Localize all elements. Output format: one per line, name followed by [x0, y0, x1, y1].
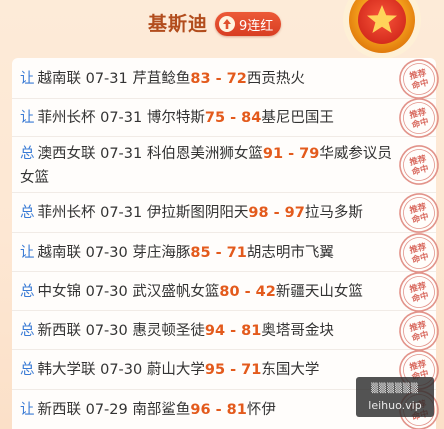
score-separator: - [268, 205, 285, 221]
home-team: 惠灵顿圣徒 [132, 323, 205, 339]
away-score: 97 [284, 205, 305, 221]
score-separator: - [210, 71, 227, 87]
list-item[interactable]: 总新西联 07-30 惠灵顿圣徒94 - 81奥塔哥金块 推荐 命中 [12, 311, 439, 351]
hit-stamp-icon: 推荐命中 [399, 98, 439, 138]
league-name: 中女锦 [37, 284, 82, 300]
match-text: 总菲州长杯 07-31 伊拉斯图阴阳天98 - 97拉马多斯 [20, 201, 406, 225]
streak-badge: 9连红 [215, 12, 282, 36]
away-team: 东国大学 [261, 362, 320, 378]
league-name: 新西联 [37, 402, 82, 418]
home-score: 98 [248, 205, 269, 221]
home-score: 80 [219, 284, 240, 300]
home-team: 蔚山大学 [146, 362, 205, 378]
home-score: 95 [204, 362, 226, 378]
away-team: 西贡热火 [246, 71, 305, 87]
bet-type-tag: 总 [20, 362, 35, 378]
away-score: 71 [226, 245, 247, 261]
match-date: 07-30 [85, 323, 128, 339]
away-team: 怀伊 [246, 402, 276, 418]
match-text: 总中女锦 07-30 武汉盛帆女篮80 - 42新疆天山女篮 [20, 280, 406, 304]
away-score: 72 [226, 71, 247, 87]
score-separator: - [225, 323, 242, 339]
league-name: 菲州长杯 [37, 110, 96, 126]
match-text: 让新西联 07-29 南部鲨鱼96 - 81怀伊 [20, 398, 406, 422]
match-date: 07-30 [85, 245, 128, 261]
bet-type-tag: 让 [20, 110, 35, 126]
list-item[interactable]: 总菲州长杯 07-31 伊拉斯图阴阳天98 - 97拉马多斯 推荐 命中 [12, 193, 439, 233]
bet-type-tag: 让 [20, 245, 35, 261]
streak-label: 9连红 [239, 18, 274, 34]
home-team: 科伯恩美洲狮女篮 [146, 146, 263, 162]
watermark-line1: ▒▒▒▒▒▒ [371, 384, 419, 394]
home-score: 91 [262, 146, 284, 162]
away-team: 胡志明市飞翼 [246, 245, 334, 261]
match-text: 总韩大学联 07-30 蔚山大学95 - 71东国大学 [20, 358, 406, 382]
league-name: 韩大学联 [37, 362, 96, 378]
match-date: 07-31 [100, 146, 143, 162]
list-item[interactable]: 让越南联 07-30 芽庄海豚85 - 71胡志明市飞翼 推荐 命中 [12, 233, 439, 273]
bet-type-tag: 总 [20, 146, 35, 162]
away-team: 奥塔哥金块 [261, 323, 334, 339]
bet-type-tag: 总 [20, 284, 35, 300]
home-team: 伊拉斯图阴阳天 [146, 205, 249, 221]
bet-type-tag: 总 [20, 323, 35, 339]
header: 基斯迪 9连红 [0, 0, 444, 59]
home-score: 75 [204, 110, 226, 126]
league-name: 澳西女联 [37, 146, 96, 162]
hit-stamp-icon: 推荐命中 [399, 145, 439, 185]
home-score: 96 [190, 402, 211, 418]
match-text: 让越南联 07-30 芽庄海豚85 - 71胡志明市飞翼 [20, 241, 406, 265]
home-team: 武汉盛帆女篮 [132, 284, 220, 300]
league-name: 越南联 [37, 245, 82, 261]
match-date: 07-30 [85, 284, 128, 300]
match-date: 07-31 [85, 71, 128, 87]
away-team: 拉马多斯 [304, 205, 363, 221]
list-item[interactable]: 让越南联 07-31 芹苴鲶鱼83 - 72西贡热火 推荐 命中 [12, 58, 439, 99]
match-text: 让越南联 07-31 芹苴鲶鱼83 - 72西贡热火 [20, 67, 406, 91]
away-score: 81 [241, 323, 262, 339]
match-text: 总澳西女联 07-31 科伯恩美洲狮女篮91 - 79华威参议员女篮 [20, 142, 406, 190]
home-team: 芽庄海豚 [132, 245, 191, 261]
score-separator: - [225, 110, 242, 126]
match-date: 07-30 [100, 362, 143, 378]
medal-icon [343, 0, 421, 59]
home-team: 博尔特斯 [146, 110, 205, 126]
list-item[interactable]: 总中女锦 07-30 武汉盛帆女篮80 - 42新疆天山女篮 推荐 命中 [12, 272, 439, 312]
away-score: 79 [299, 146, 320, 162]
bet-type-tag: 让 [20, 71, 35, 87]
watermark-line2: leihuo.vip [368, 399, 422, 412]
away-team: 基尼巴国王 [261, 110, 334, 126]
league-name: 新西联 [37, 323, 82, 339]
away-team: 新疆天山女篮 [275, 284, 363, 300]
list-item[interactable]: 让菲州长杯 07-31 博尔特斯75 - 84基尼巴国王 推荐 命中 [12, 98, 439, 138]
match-text: 总新西联 07-30 惠灵顿圣徒94 - 81奥塔哥金块 [20, 319, 406, 343]
bet-type-tag: 让 [20, 402, 35, 418]
home-score: 83 [190, 71, 211, 87]
score-separator: - [239, 284, 256, 300]
league-name: 菲州长杯 [37, 205, 96, 221]
home-score: 94 [204, 323, 226, 339]
away-score: 84 [241, 110, 262, 126]
league-name: 越南联 [37, 71, 82, 87]
match-date: 07-31 [100, 205, 143, 221]
score-separator: - [225, 362, 242, 378]
expert-title: 基斯迪 [148, 13, 209, 35]
home-team: 南部鲨鱼 [132, 402, 191, 418]
away-score: 81 [226, 402, 247, 418]
bet-type-tag: 总 [20, 205, 35, 221]
up-arrow-icon [219, 16, 235, 32]
match-date: 07-31 [100, 110, 143, 126]
away-score: 71 [241, 362, 262, 378]
away-score: 42 [255, 284, 276, 300]
match-date: 07-29 [85, 402, 128, 418]
match-text: 让菲州长杯 07-31 博尔特斯75 - 84基尼巴国王 [20, 106, 406, 130]
home-team: 芹苴鲶鱼 [132, 71, 191, 87]
score-separator: - [283, 146, 300, 162]
prediction-list: 让越南联 07-31 芹苴鲶鱼83 - 72西贡热火 推荐 命中让菲州长杯 07-3… [12, 58, 439, 429]
score-separator: - [210, 245, 227, 261]
score-separator: - [210, 402, 227, 418]
home-score: 85 [190, 245, 211, 261]
watermark: ▒▒▒▒▒▒ leihuo.vip [356, 377, 434, 417]
list-item[interactable]: 总澳西女联 07-31 科伯恩美洲狮女篮91 - 79华威参议员女篮 推荐 命中 [12, 137, 439, 193]
